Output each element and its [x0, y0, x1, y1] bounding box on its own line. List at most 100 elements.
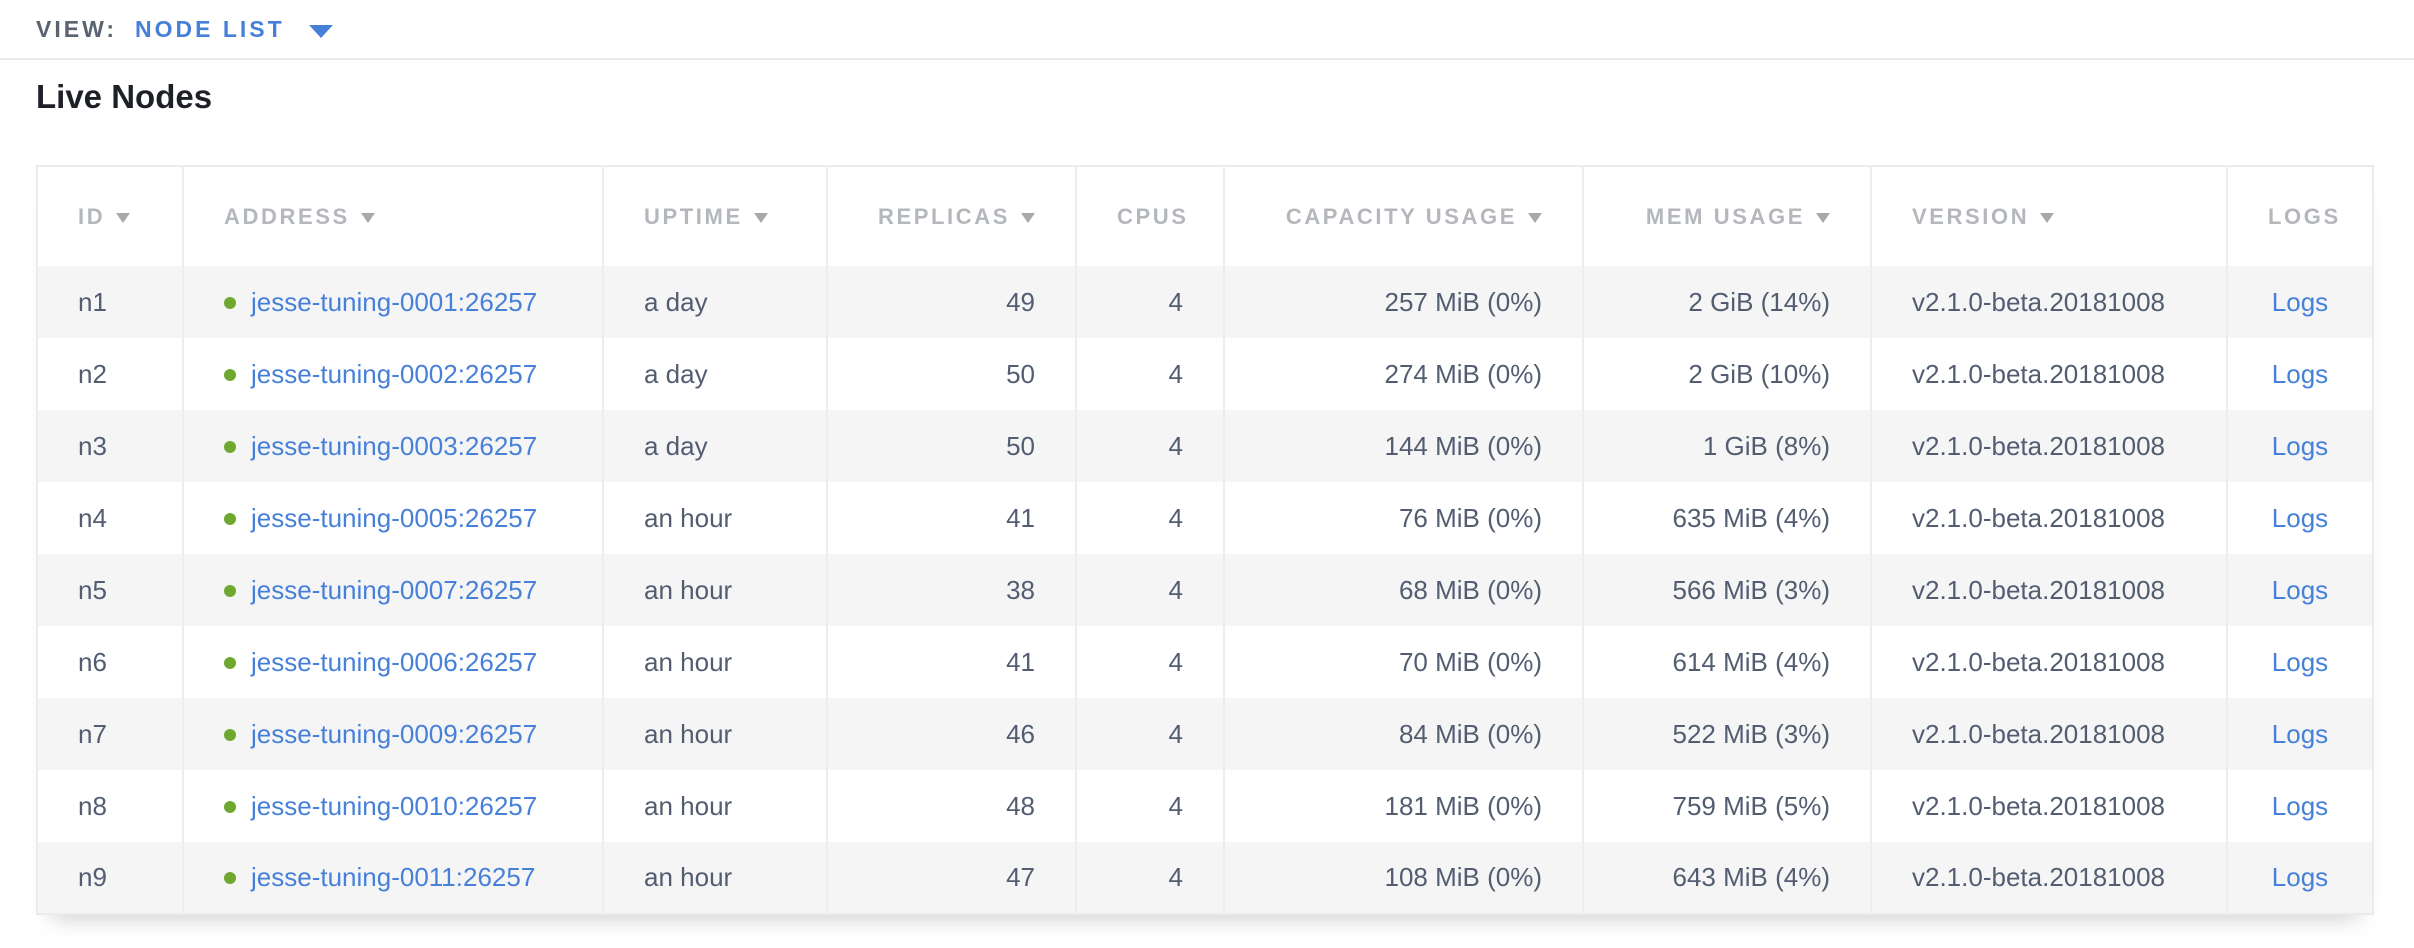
node-address-cell: jesse-tuning-0005:26257 — [183, 482, 603, 554]
logs-cell: Logs — [2227, 842, 2373, 914]
capacity-usage-cell: 108 MiB (0%) — [1224, 842, 1583, 914]
version-cell: v2.1.0-beta.20181008 — [1871, 554, 2227, 626]
version-cell: v2.1.0-beta.20181008 — [1871, 410, 2227, 482]
replicas-cell: 50 — [827, 410, 1076, 482]
logs-link[interactable]: Logs — [2272, 647, 2328, 677]
version-cell: v2.1.0-beta.20181008 — [1871, 698, 2227, 770]
logs-link[interactable]: Logs — [2272, 575, 2328, 605]
view-selector-dropdown[interactable]: NODE LIST — [135, 16, 333, 43]
logs-cell: Logs — [2227, 482, 2373, 554]
node-address-link[interactable]: jesse-tuning-0005:26257 — [251, 503, 537, 533]
version-cell: v2.1.0-beta.20181008 — [1871, 770, 2227, 842]
uptime-cell: an hour — [603, 698, 827, 770]
node-address-link[interactable]: jesse-tuning-0010:26257 — [251, 791, 537, 821]
node-address-cell: jesse-tuning-0002:26257 — [183, 338, 603, 410]
mem-usage-cell: 2 GiB (14%) — [1583, 266, 1871, 338]
replicas-cell: 48 — [827, 770, 1076, 842]
live-status-icon — [224, 657, 236, 669]
node-id-cell: n1 — [37, 266, 183, 338]
mem-usage-cell: 1 GiB (8%) — [1583, 410, 1871, 482]
column-header-id[interactable]: ID — [37, 166, 183, 266]
column-header-address[interactable]: ADDRESS — [183, 166, 603, 266]
node-id-cell: n3 — [37, 410, 183, 482]
table-row: n9jesse-tuning-0011:26257an hour474108 M… — [37, 842, 2373, 914]
live-status-icon — [224, 801, 236, 813]
sort-desc-icon — [1021, 213, 1035, 223]
cpus-cell: 4 — [1076, 626, 1224, 698]
logs-link[interactable]: Logs — [2272, 287, 2328, 317]
column-header-mem-usage[interactable]: MEM USAGE — [1583, 166, 1871, 266]
node-address-link[interactable]: jesse-tuning-0002:26257 — [251, 359, 537, 389]
logs-link[interactable]: Logs — [2272, 359, 2328, 389]
cpus-cell: 4 — [1076, 266, 1224, 338]
node-id-cell: n5 — [37, 554, 183, 626]
chevron-down-icon — [309, 25, 333, 38]
uptime-cell: a day — [603, 410, 827, 482]
sort-desc-icon — [754, 213, 768, 223]
node-address-cell: jesse-tuning-0006:26257 — [183, 626, 603, 698]
table-row: n7jesse-tuning-0009:26257an hour46484 Mi… — [37, 698, 2373, 770]
column-label: CPUS — [1117, 204, 1189, 229]
column-header-uptime[interactable]: UPTIME — [603, 166, 827, 266]
capacity-usage-cell: 76 MiB (0%) — [1224, 482, 1583, 554]
node-address-link[interactable]: jesse-tuning-0009:26257 — [251, 719, 537, 749]
table-row: n2jesse-tuning-0002:26257a day504274 MiB… — [37, 338, 2373, 410]
node-address-link[interactable]: jesse-tuning-0003:26257 — [251, 431, 537, 461]
mem-usage-cell: 759 MiB (5%) — [1583, 770, 1871, 842]
logs-link[interactable]: Logs — [2272, 791, 2328, 821]
version-cell: v2.1.0-beta.20181008 — [1871, 626, 2227, 698]
logs-link[interactable]: Logs — [2272, 719, 2328, 749]
column-label: LOGS — [2268, 204, 2341, 229]
capacity-usage-cell: 257 MiB (0%) — [1224, 266, 1583, 338]
node-address-link[interactable]: jesse-tuning-0007:26257 — [251, 575, 537, 605]
capacity-usage-cell: 84 MiB (0%) — [1224, 698, 1583, 770]
node-id-cell: n6 — [37, 626, 183, 698]
table-row: n1jesse-tuning-0001:26257a day494257 MiB… — [37, 266, 2373, 338]
column-label: UPTIME — [644, 204, 743, 229]
node-address-link[interactable]: jesse-tuning-0011:26257 — [251, 862, 535, 892]
node-id-cell: n8 — [37, 770, 183, 842]
logs-link[interactable]: Logs — [2272, 862, 2328, 892]
table-row: n8jesse-tuning-0010:26257an hour484181 M… — [37, 770, 2373, 842]
column-label: ADDRESS — [224, 204, 350, 229]
replicas-cell: 41 — [827, 482, 1076, 554]
replicas-cell: 47 — [827, 842, 1076, 914]
node-address-cell: jesse-tuning-0010:26257 — [183, 770, 603, 842]
uptime-cell: an hour — [603, 482, 827, 554]
version-cell: v2.1.0-beta.20181008 — [1871, 482, 2227, 554]
node-address-link[interactable]: jesse-tuning-0006:26257 — [251, 647, 537, 677]
logs-cell: Logs — [2227, 770, 2373, 842]
mem-usage-cell: 614 MiB (4%) — [1583, 626, 1871, 698]
column-label: CAPACITY USAGE — [1286, 204, 1517, 229]
uptime-cell: an hour — [603, 770, 827, 842]
logs-cell: Logs — [2227, 338, 2373, 410]
column-header-replicas[interactable]: REPLICAS — [827, 166, 1076, 266]
mem-usage-cell: 643 MiB (4%) — [1583, 842, 1871, 914]
table-row: n5jesse-tuning-0007:26257an hour38468 Mi… — [37, 554, 2373, 626]
column-header-capacity-usage[interactable]: CAPACITY USAGE — [1224, 166, 1583, 266]
mem-usage-cell: 566 MiB (3%) — [1583, 554, 1871, 626]
capacity-usage-cell: 274 MiB (0%) — [1224, 338, 1583, 410]
node-address-cell: jesse-tuning-0007:26257 — [183, 554, 603, 626]
cpus-cell: 4 — [1076, 410, 1224, 482]
node-id-cell: n9 — [37, 842, 183, 914]
cpus-cell: 4 — [1076, 338, 1224, 410]
uptime-cell: an hour — [603, 626, 827, 698]
cpus-cell: 4 — [1076, 554, 1224, 626]
view-label: VIEW: — [36, 16, 117, 43]
node-address-link[interactable]: jesse-tuning-0001:26257 — [251, 287, 537, 317]
version-cell: v2.1.0-beta.20181008 — [1871, 842, 2227, 914]
column-header-version[interactable]: VERSION — [1871, 166, 2227, 266]
live-status-icon — [224, 729, 236, 741]
cpus-cell: 4 — [1076, 770, 1224, 842]
logs-link[interactable]: Logs — [2272, 431, 2328, 461]
node-address-cell: jesse-tuning-0011:26257 — [183, 842, 603, 914]
sort-desc-icon — [1816, 213, 1830, 223]
table-row: n4jesse-tuning-0005:26257an hour41476 Mi… — [37, 482, 2373, 554]
view-selected-value: NODE LIST — [135, 16, 285, 43]
logs-link[interactable]: Logs — [2272, 503, 2328, 533]
cpus-cell: 4 — [1076, 482, 1224, 554]
sort-desc-icon — [116, 213, 130, 223]
node-id-cell: n7 — [37, 698, 183, 770]
table-body: n1jesse-tuning-0001:26257a day494257 MiB… — [37, 266, 2373, 914]
